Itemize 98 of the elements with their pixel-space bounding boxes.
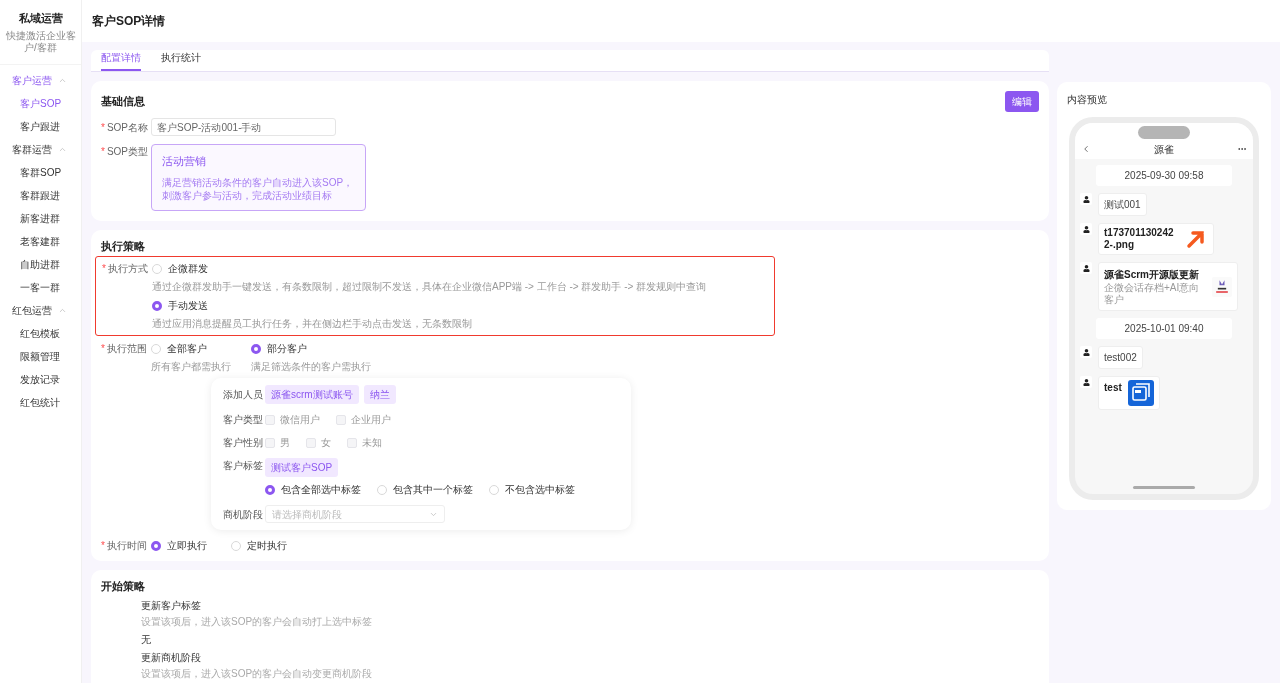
option-label: 女 bbox=[321, 436, 331, 450]
radio[interactable] bbox=[251, 343, 261, 354]
tab[interactable]: 执行统计 bbox=[161, 50, 201, 71]
option-description: 设置该项后，进入该SOP的客户会自动变更商机阶段 bbox=[141, 666, 374, 681]
required-mark: * bbox=[101, 343, 105, 354]
option-description: 满足筛选条件的客户需执行 bbox=[251, 360, 371, 374]
radio[interactable] bbox=[152, 300, 162, 311]
filter-label: 客户类型 bbox=[223, 413, 264, 427]
avatar-icon bbox=[1080, 376, 1092, 388]
option-label: 定时执行 bbox=[247, 539, 287, 553]
panel-title: 内容预览 bbox=[1067, 93, 1108, 107]
filter-label: 商机阶段 bbox=[223, 507, 264, 522]
avatar-icon bbox=[1080, 193, 1092, 205]
tag: 纳兰 bbox=[363, 385, 396, 404]
option-label: 包含全部选中标签 bbox=[281, 483, 361, 497]
field-label: * 执行时间 bbox=[101, 539, 148, 553]
sidebar-item[interactable]: 一客一群 bbox=[0, 275, 81, 299]
sidebar-subtitle: 快捷激活企业客户/客群 bbox=[4, 29, 77, 54]
sop-type-card[interactable]: 活动营销 满足营销活动条件的客户自动进入该SOP， 刺激客户参与活动，完成活动业绩目标 bbox=[151, 144, 366, 211]
option-label: 全部客户 bbox=[167, 342, 207, 356]
avatar-icon bbox=[1080, 223, 1092, 235]
option-description: 设置该项后，进入该SOP的客户会自动打上选中标签 bbox=[141, 614, 374, 629]
phone-notch bbox=[1138, 126, 1190, 139]
checkbox[interactable] bbox=[306, 437, 316, 448]
option-label: 男 bbox=[280, 436, 290, 450]
sidebar-title: 私域运营 bbox=[18, 11, 63, 26]
option-title: 更新客户标签 bbox=[141, 598, 202, 613]
page-title: 客户SOP详情 bbox=[92, 13, 166, 30]
link-description: 企微会话存档+AI意向客户 bbox=[1104, 282, 1201, 306]
sidebar-item[interactable]: 客户SOP bbox=[0, 91, 81, 115]
tab[interactable]: 配置详情 bbox=[101, 50, 141, 71]
option-label: 包含其中一个标签 bbox=[393, 483, 473, 497]
option-title: 更新商机阶段 bbox=[141, 650, 202, 665]
tag: 源雀scrm测试账号 bbox=[265, 385, 359, 404]
sidebar-item[interactable]: 自助进群 bbox=[0, 252, 81, 276]
option-label: 部分客户 bbox=[267, 342, 307, 356]
checkbox[interactable] bbox=[265, 414, 275, 425]
option-label: 微信用户 bbox=[280, 413, 320, 427]
home-indicator bbox=[1133, 486, 1195, 489]
link-card[interactable]: 源雀Scrm开源版更新 企微会话存档+AI意向客户 bbox=[1098, 262, 1238, 311]
file-message: test bbox=[1098, 376, 1160, 410]
field-label: * 执行范围 bbox=[101, 342, 148, 356]
required-mark: * bbox=[102, 263, 106, 274]
type-card-title: 活动营销 bbox=[162, 154, 207, 169]
avatar-icon bbox=[1080, 262, 1092, 274]
section-title: 基础信息 bbox=[101, 94, 145, 110]
option-label: 企业用户 bbox=[351, 413, 391, 427]
edit-button[interactable]: 编辑 bbox=[1005, 91, 1039, 112]
required-mark: * bbox=[101, 146, 105, 157]
field-label: * SOP名称 bbox=[101, 120, 150, 135]
checkbox[interactable] bbox=[347, 437, 357, 448]
timestamp: 2025-10-01 09:40 bbox=[1096, 318, 1232, 339]
sidebar-group[interactable]: 客群运营 bbox=[0, 137, 81, 161]
tag: 测试客户SOP bbox=[265, 458, 339, 477]
name-field[interactable]: 客户SOP-活动001-手动 bbox=[151, 118, 336, 136]
sidebar-item[interactable]: 新客进群 bbox=[0, 206, 81, 230]
checkbox[interactable] bbox=[265, 437, 275, 448]
section-title: 执行策略 bbox=[101, 238, 146, 254]
timestamp: 2025-09-30 09:58 bbox=[1096, 165, 1232, 186]
image-message: t1737011302422-.png bbox=[1098, 223, 1214, 255]
folder-icon bbox=[1127, 380, 1154, 406]
option-label: 立即执行 bbox=[167, 539, 207, 553]
option-description: 所有客户都需执行 bbox=[151, 360, 231, 374]
sidebar-item[interactable]: 限额管理 bbox=[0, 344, 81, 368]
sidebar-item[interactable]: 客户跟进 bbox=[0, 114, 81, 138]
radio[interactable] bbox=[151, 540, 161, 551]
required-mark: * bbox=[101, 121, 105, 133]
sidebar-item[interactable]: 发放记录 bbox=[0, 367, 81, 391]
option-label: 手动发送 bbox=[168, 299, 208, 313]
field-label: * 执行方式 bbox=[102, 262, 149, 276]
sidebar-group[interactable]: 客户运营 bbox=[0, 68, 81, 92]
chat-title: 源雀 bbox=[1154, 142, 1174, 157]
message-bubble: 测试001 bbox=[1098, 193, 1147, 216]
radio[interactable] bbox=[265, 484, 275, 495]
checkbox[interactable] bbox=[336, 414, 346, 425]
sidebar-item[interactable]: 红包统计 bbox=[0, 390, 81, 414]
sidebar-group[interactable]: 红包运营 bbox=[0, 298, 81, 322]
filter-label: 添加人员 bbox=[223, 388, 264, 402]
option-description: 通过应用消息提醒员工执行任务，并在侧边栏手动点击发送，无条数限制 bbox=[152, 317, 473, 331]
option-label: 企微群发 bbox=[168, 262, 208, 276]
message-bubble: test002 bbox=[1098, 346, 1143, 369]
option-description: 通过企微群发助手一键发送，有条数限制，超过限制不发送，具体在企业微信APP端 -> 工作台 -> 群发助手 -> 群发规则中查询 bbox=[152, 280, 707, 294]
option-value: 无 bbox=[141, 632, 152, 647]
link-title: 源雀Scrm开源版更新 bbox=[1104, 268, 1200, 282]
back-icon[interactable] bbox=[1081, 144, 1091, 154]
sidebar-item[interactable]: 客群跟进 bbox=[0, 183, 81, 207]
option-label: 未知 bbox=[362, 436, 382, 450]
sidebar-item[interactable]: 红包模板 bbox=[0, 321, 81, 345]
avatar-icon bbox=[1080, 346, 1092, 358]
type-card-description: 满足营销活动条件的客户自动进入该SOP， 刺激客户参与活动，完成活动业绩目标 bbox=[162, 175, 355, 202]
section-title: 开始策略 bbox=[101, 579, 146, 594]
filter-label: 客户性别 bbox=[223, 436, 264, 450]
sidebar-item[interactable]: 老客建群 bbox=[0, 229, 81, 253]
field-label: * SOP类型 bbox=[101, 145, 150, 159]
sidebar-item[interactable]: 客群SOP bbox=[0, 160, 81, 184]
required-mark: * bbox=[101, 540, 105, 551]
filter-label: 客户标签 bbox=[223, 459, 264, 473]
option-label: 不包含选中标签 bbox=[505, 483, 575, 497]
